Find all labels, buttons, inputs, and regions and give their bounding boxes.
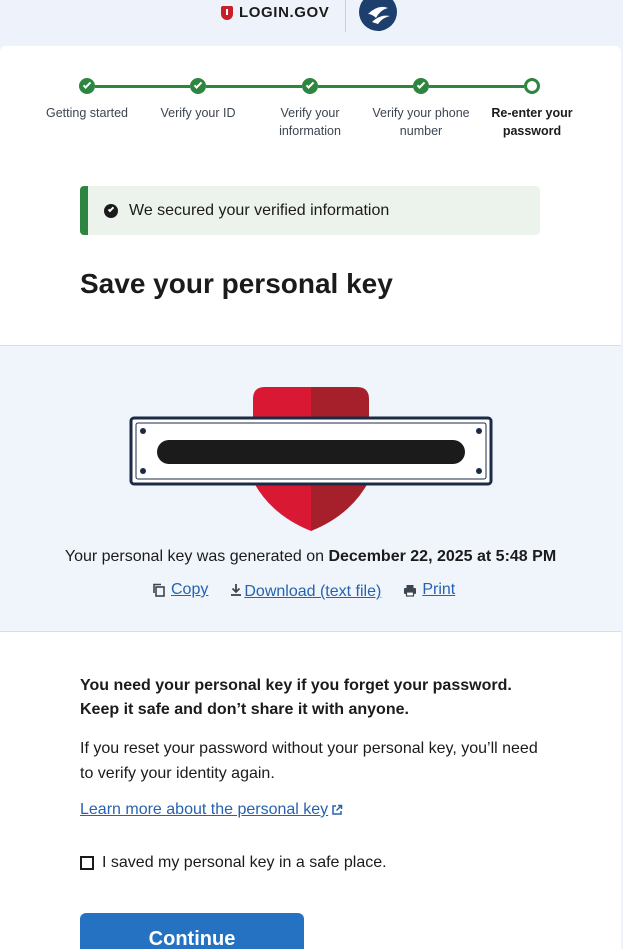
saved-key-checkbox-row[interactable]: I saved my personal key in a safe place. xyxy=(80,854,387,872)
step-complete-icon xyxy=(302,78,318,94)
copy-icon xyxy=(153,583,165,597)
saved-key-checkbox[interactable] xyxy=(80,856,94,870)
step-label-verify-phone: Verify your phone number xyxy=(372,106,470,138)
step-connector xyxy=(429,85,524,88)
print-label: Print xyxy=(422,581,456,598)
page-title: Save your personal key xyxy=(80,268,393,299)
copy-label: Copy xyxy=(171,581,209,598)
main-card: Getting started Verify your ID Verify yo… xyxy=(0,46,621,949)
step-connector xyxy=(318,85,413,88)
step-label-verify-id: Verify your ID xyxy=(160,106,236,120)
download-label: Download (text file) xyxy=(244,583,382,600)
logo-text: LOGIN.GOV xyxy=(239,4,330,21)
learn-more-link[interactable]: Learn more about the personal key xyxy=(80,801,343,819)
continue-button[interactable]: Continue xyxy=(80,913,304,949)
external-link-icon xyxy=(332,804,343,815)
step-label-reenter-password: Re-enter your password xyxy=(491,106,573,138)
step-label-verify-information: Verify your information xyxy=(279,106,341,138)
alert-text: We secured your verified information xyxy=(129,201,390,219)
step-complete-icon xyxy=(413,78,429,94)
login-gov-logo[interactable]: LOGIN.GOV xyxy=(221,4,329,21)
key-generated-text: Your personal key was generated on Decem… xyxy=(0,548,621,566)
personal-key-info: If you reset your password without your … xyxy=(80,740,538,782)
logo-divider xyxy=(345,0,346,32)
generated-prefix: Your personal key was generated on xyxy=(64,548,329,565)
site-header: LOGIN.GOV xyxy=(0,0,623,46)
success-alert: We secured your verified information xyxy=(80,186,540,235)
personal-key-panel: Your personal key was generated on Decem… xyxy=(0,345,621,632)
dot-agency-seal-icon xyxy=(359,0,397,31)
print-button[interactable]: Print xyxy=(403,581,455,599)
shield-key-icon xyxy=(129,387,493,531)
step-label-getting-started: Getting started xyxy=(46,106,128,120)
copy-button[interactable]: Copy xyxy=(152,581,208,599)
generated-date: December 22, 2025 at 5:48 PM xyxy=(328,548,557,565)
learn-more-label: Learn more about the personal key xyxy=(80,801,329,818)
print-icon xyxy=(404,584,417,597)
personal-key-redacted xyxy=(157,440,465,464)
download-icon xyxy=(231,584,242,596)
step-complete-icon xyxy=(79,78,95,94)
check-circle-icon xyxy=(104,203,118,218)
step-complete-icon xyxy=(190,78,206,94)
login-shield-icon xyxy=(221,5,233,20)
step-connector xyxy=(206,85,302,88)
step-indicator: Getting started Verify your ID Verify yo… xyxy=(0,46,621,166)
saved-key-checkbox-label: I saved my personal key in a safe place. xyxy=(102,854,387,871)
step-connector xyxy=(95,85,190,88)
step-current-icon xyxy=(524,78,540,94)
personal-key-warning: You need your personal key if you forget… xyxy=(80,677,512,718)
download-button[interactable]: Download (text file) xyxy=(230,581,382,600)
key-actions: Copy Download (text file) Print xyxy=(152,581,455,600)
